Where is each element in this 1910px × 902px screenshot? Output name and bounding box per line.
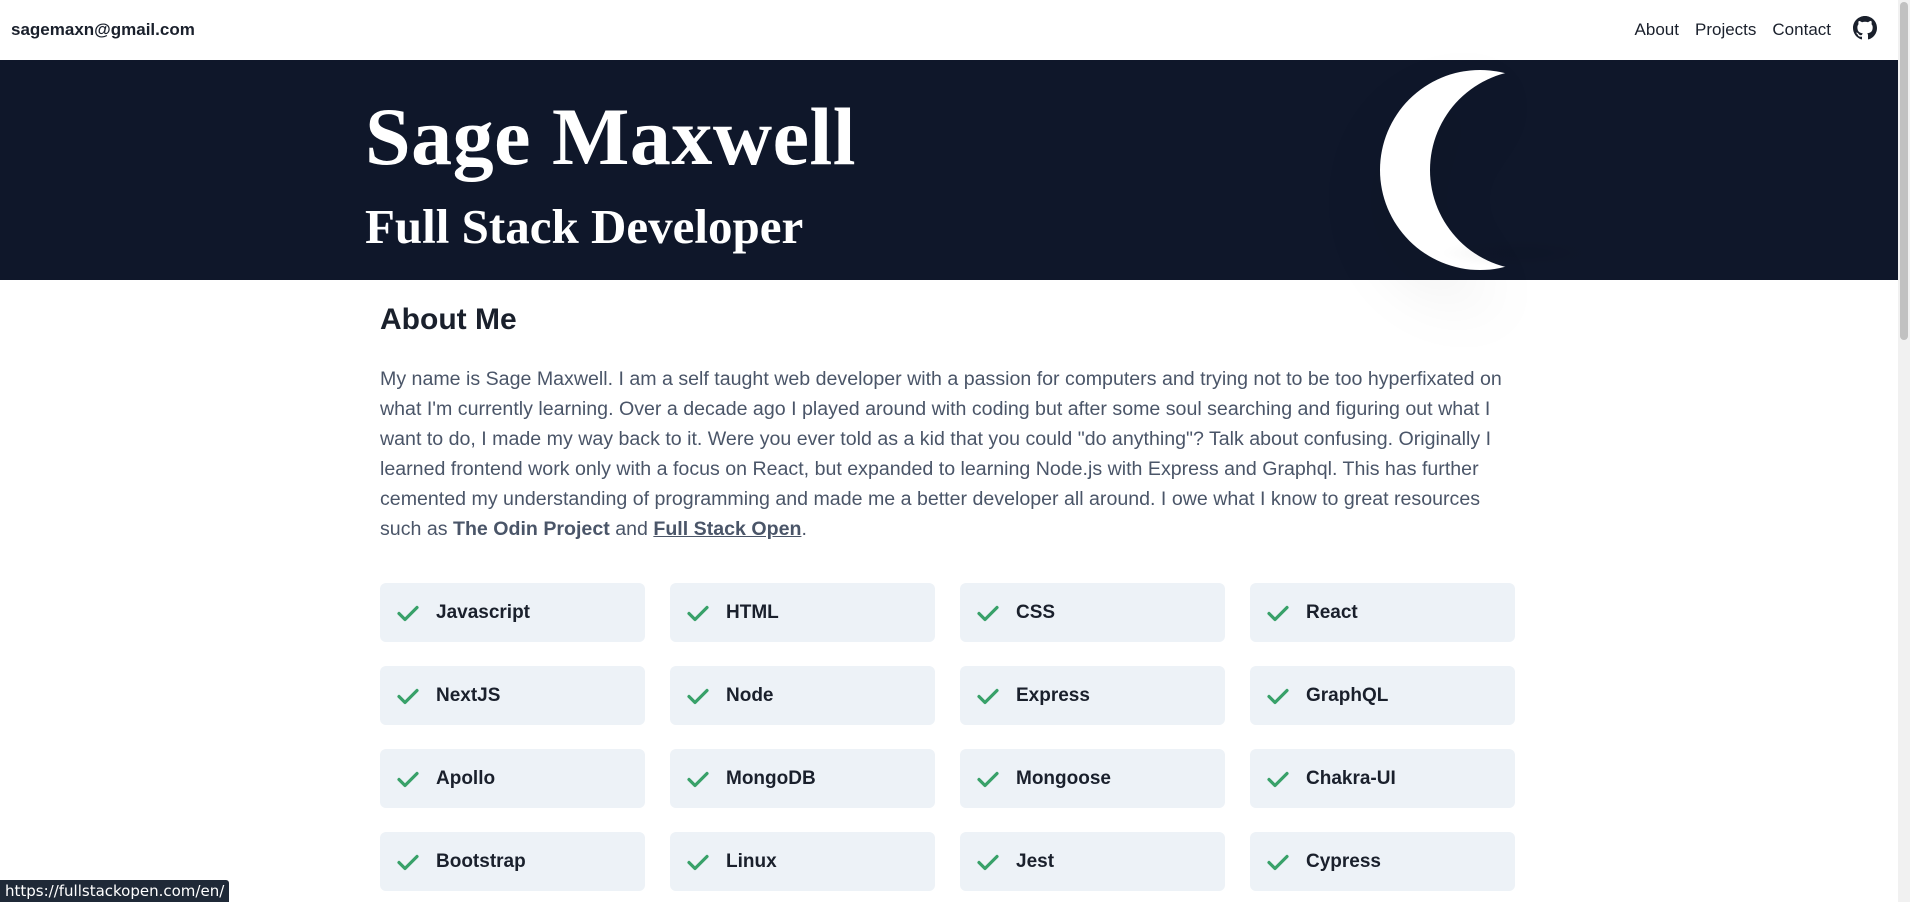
check-icon	[1267, 688, 1289, 704]
nav-projects-link[interactable]: Projects	[1695, 20, 1756, 40]
skills-grid: Javascript HTML CSS React NextJS Node Ex…	[380, 583, 1516, 891]
check-icon	[687, 771, 709, 787]
nav-about-link[interactable]: About	[1635, 20, 1679, 40]
check-icon	[977, 854, 999, 870]
skill-item: Chakra-UI	[1250, 749, 1515, 808]
skill-item: Apollo	[380, 749, 645, 808]
skill-label: Cypress	[1306, 850, 1381, 872]
skill-label: Jest	[1016, 850, 1055, 872]
skill-item: React	[1250, 583, 1515, 642]
check-icon	[397, 771, 419, 787]
skill-label: CSS	[1016, 601, 1056, 623]
check-icon	[977, 688, 999, 704]
about-text-and: and	[609, 518, 654, 540]
hero-banner: Sage Maxwell Full Stack Developer	[0, 60, 1898, 280]
check-icon	[397, 688, 419, 704]
skill-label: Express	[1016, 684, 1090, 706]
github-icon[interactable]	[1853, 16, 1877, 40]
hero-name: Sage Maxwell	[365, 91, 857, 182]
skill-label: Apollo	[436, 767, 496, 789]
skill-label: HTML	[726, 601, 779, 623]
skill-item: NextJS	[380, 666, 645, 725]
skill-item: CSS	[960, 583, 1225, 642]
check-icon	[977, 605, 999, 621]
skill-label: GraphQL	[1306, 684, 1389, 706]
skill-label: Chakra-UI	[1306, 767, 1396, 789]
full-stack-open-link[interactable]: Full Stack Open	[653, 518, 801, 540]
skill-label: MongoDB	[726, 767, 816, 789]
link-status-bar: https://fullstackopen.com/en/	[0, 880, 230, 902]
skill-item: Javascript	[380, 583, 645, 642]
about-paragraph: My name is Sage Maxwell. I am a self tau…	[380, 364, 1520, 544]
navbar: sagemaxn@gmail.com About Projects Contac…	[0, 0, 1898, 60]
skill-item: Linux	[670, 832, 935, 891]
about-heading: About Me	[380, 303, 517, 336]
check-icon	[687, 688, 709, 704]
check-icon	[397, 605, 419, 621]
email-link[interactable]: sagemaxn@gmail.com	[11, 20, 195, 40]
skill-label: Linux	[726, 850, 777, 872]
skill-item: Node	[670, 666, 935, 725]
skill-label: NextJS	[436, 684, 501, 706]
skill-item: HTML	[670, 583, 935, 642]
skill-item: Express	[960, 666, 1225, 725]
skill-item: Bootstrap	[380, 832, 645, 891]
moon-shadow	[1440, 238, 1600, 268]
skill-item: GraphQL	[1250, 666, 1515, 725]
skill-item: Mongoose	[960, 749, 1225, 808]
check-icon	[977, 771, 999, 787]
skill-item: MongoDB	[670, 749, 935, 808]
check-icon	[687, 605, 709, 621]
skill-label: React	[1306, 601, 1358, 623]
check-icon	[1267, 605, 1289, 621]
about-text-period: .	[801, 518, 807, 540]
about-text-body: My name is Sage Maxwell. I am a self tau…	[380, 368, 1502, 540]
skill-label: Mongoose	[1016, 767, 1111, 789]
check-icon	[1267, 854, 1289, 870]
nav-links: About Projects Contact	[1635, 16, 1877, 40]
skill-label: Bootstrap	[436, 850, 526, 872]
check-icon	[687, 854, 709, 870]
skill-item: Jest	[960, 832, 1225, 891]
hero-title: Full Stack Developer	[365, 199, 804, 254]
skill-label: Javascript	[436, 601, 531, 623]
skill-label: Node	[726, 684, 774, 706]
odin-project-text: The Odin Project	[452, 518, 610, 540]
page-scrollbar[interactable]	[1898, 0, 1910, 902]
nav-contact-link[interactable]: Contact	[1772, 20, 1831, 40]
scrollbar-thumb[interactable]	[1900, 2, 1908, 340]
check-icon	[1267, 771, 1289, 787]
skill-item: Cypress	[1250, 832, 1515, 891]
check-icon	[397, 854, 419, 870]
